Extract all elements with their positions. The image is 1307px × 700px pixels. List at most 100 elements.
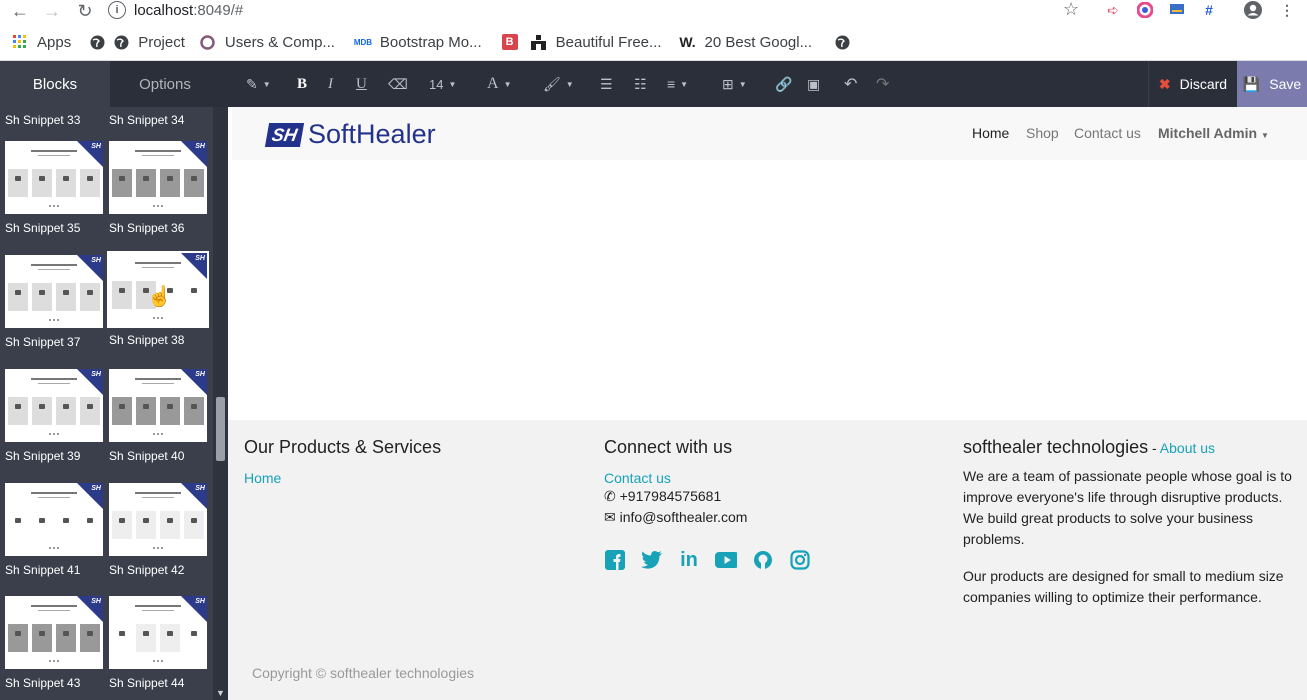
font-size-value: 14	[429, 76, 444, 92]
snippet-label: Sh Snippet 44	[109, 676, 185, 690]
underline-button[interactable]: U	[356, 74, 367, 94]
bookmark-beautiful[interactable]: B	[501, 34, 527, 50]
bold-button[interactable]: B	[297, 74, 307, 94]
background-color-dropdown[interactable]: 🖌 ▼	[543, 74, 574, 94]
snippet-label: Sh Snippet 35	[5, 221, 81, 235]
footer-home-link[interactable]: Home	[244, 470, 441, 486]
profile-avatar-icon[interactable]	[1243, 0, 1263, 20]
bookmark-project[interactable]: Project	[113, 34, 185, 51]
forward-arrow-icon[interactable]: →	[37, 0, 67, 22]
undo-button[interactable]: ↶	[844, 74, 857, 94]
sidebar-scrollbar[interactable]: ▼	[213, 107, 228, 700]
paint-brush-icon: 🖌	[543, 75, 561, 92]
phone-number: +917984575681	[619, 488, 722, 504]
save-button[interactable]: 💾 Save	[1237, 61, 1307, 107]
bookmark-apps[interactable]: Apps	[12, 34, 71, 51]
eraser-button[interactable]: ⌫	[388, 74, 408, 94]
bookmark-bootstrap[interactable]: MDB Bootstrap Mo...	[354, 34, 482, 51]
floppy-disk-icon: 💾	[1242, 75, 1261, 92]
reload-icon[interactable]: ↻	[70, 0, 100, 22]
odoo-icon	[200, 34, 216, 50]
snippet-label: Sh Snippet 40	[109, 449, 185, 463]
linkedin-icon[interactable]: in	[678, 549, 700, 571]
scroll-down-arrow-icon[interactable]: ▼	[216, 688, 225, 698]
extension-color-icon[interactable]	[1135, 0, 1155, 20]
snippet-36[interactable]: SH Sh Snippet 36	[109, 141, 209, 235]
bookmark-beautiful-free[interactable]: Beautiful Free...	[531, 34, 662, 51]
snippet-33[interactable]: Sh Snippet 33	[5, 107, 105, 127]
snippet-label: Sh Snippet 43	[5, 676, 81, 690]
tab-blocks[interactable]: Blocks	[0, 61, 110, 107]
extension-screen-icon[interactable]	[1167, 0, 1187, 20]
scrollbar-thumb[interactable]	[216, 397, 225, 461]
list-ol-icon: ☷	[634, 75, 647, 92]
globe-icon	[89, 34, 105, 50]
align-left-icon: ≡	[667, 76, 676, 92]
image-button[interactable]: ▣	[807, 74, 820, 94]
sh-logo-icon: SH	[91, 598, 101, 605]
site-info-icon[interactable]: i	[108, 1, 126, 19]
browser-menu-icon[interactable]: ⋮	[1277, 0, 1297, 20]
bookmark-label: 20 Best Googl...	[704, 33, 813, 51]
user-menu[interactable]: Mitchell Admin ▼	[1158, 125, 1269, 141]
snippet-37[interactable]: SH Sh Snippet 37	[5, 255, 105, 349]
snippet-42[interactable]: SH Sh Snippet 42	[109, 483, 209, 577]
extension-grid-icon[interactable]: #	[1199, 0, 1219, 20]
font-size-dropdown[interactable]: 14 ▼	[429, 74, 456, 94]
snippet-44[interactable]: SH Sh Snippet 44	[109, 596, 209, 690]
bookmark-globe-2[interactable]	[834, 34, 859, 50]
twitter-icon[interactable]	[641, 549, 663, 571]
unordered-list-button[interactable]: ☰	[600, 74, 613, 94]
snippet-43[interactable]: SH Sh Snippet 43	[5, 596, 105, 690]
discard-button[interactable]: ✖ Discard	[1148, 61, 1237, 107]
align-dropdown[interactable]: ≡ ▼	[667, 74, 688, 94]
bold-icon: B	[297, 75, 308, 92]
bookmark-users[interactable]: Users & Comp...	[200, 34, 335, 51]
snippet-38[interactable]: SH Sh Snippet 38 ☝	[107, 251, 209, 347]
company-name: softhealer technologies	[963, 437, 1149, 457]
extension-arrow-icon[interactable]: ➪	[1103, 0, 1123, 20]
about-us-link[interactable]: About us	[1160, 440, 1215, 456]
instagram-icon[interactable]	[789, 549, 811, 571]
snippet-41[interactable]: SH Sh Snippet 41	[5, 483, 105, 577]
footer-contact-link[interactable]: Contact us	[604, 470, 811, 486]
github-icon[interactable]	[752, 549, 774, 571]
back-arrow-icon[interactable]: ←	[5, 0, 35, 22]
link-button[interactable]: 🔗	[775, 74, 792, 94]
italic-button[interactable]: I	[328, 74, 333, 94]
snippet-35[interactable]: SH Sh Snippet 35	[5, 141, 105, 235]
about-paragraph-2: Our products are designed for small to m…	[963, 568, 1284, 605]
sh-logo-icon: SH	[195, 255, 205, 262]
site-footer: Our Products & Services Home Connect wit…	[228, 420, 1307, 700]
site-logo[interactable]: SH SoftHealer	[264, 119, 436, 150]
snippet-40[interactable]: SH Sh Snippet 40	[109, 369, 209, 463]
footer-phone: ✆ +917984575681	[604, 486, 811, 507]
snippet-39[interactable]: SH Sh Snippet 39	[5, 369, 105, 463]
bookmark-star-icon[interactable]: ☆	[1063, 0, 1079, 20]
redo-button[interactable]: ↷	[876, 74, 889, 94]
nav-contact[interactable]: Contact us	[1074, 125, 1141, 141]
eraser-icon: ⌫	[388, 75, 408, 92]
footer-about-column: softhealer technologies - About us We ar…	[963, 437, 1298, 608]
snippet-34[interactable]: Sh Snippet 34	[109, 107, 209, 127]
snippet-thumbnail: SH	[5, 141, 103, 214]
snippets-sidebar[interactable]: Sh Snippet 33 Sh Snippet 34 SH Sh Snippe…	[0, 107, 228, 700]
table-dropdown[interactable]: ⊞ ▼	[722, 74, 747, 94]
font-color-dropdown[interactable]: A ▼	[487, 74, 511, 94]
facebook-icon[interactable]	[604, 549, 626, 571]
font-color-icon: A	[487, 75, 499, 92]
nav-home[interactable]: Home	[972, 125, 1009, 141]
nav-shop[interactable]: Shop	[1026, 125, 1059, 141]
youtube-icon[interactable]	[715, 549, 737, 571]
softhealer-logo-icon: SH	[264, 122, 305, 147]
ordered-list-button[interactable]: ☷	[634, 74, 647, 94]
sh-logo-icon: SH	[195, 371, 205, 378]
magic-wand-dropdown[interactable]: ✎ ▼	[246, 74, 271, 94]
url-input[interactable]: i localhost:8049/#	[108, 0, 1093, 22]
bookmark-google-fonts[interactable]: W. 20 Best Googl...	[679, 33, 813, 51]
snippet-label: Sh Snippet 33	[5, 113, 81, 127]
bookmark-globe[interactable]	[89, 34, 105, 50]
tab-options[interactable]: Options	[110, 61, 220, 107]
snippet-label: Sh Snippet 41	[5, 563, 81, 577]
logo-text: SoftHealer	[308, 119, 436, 149]
